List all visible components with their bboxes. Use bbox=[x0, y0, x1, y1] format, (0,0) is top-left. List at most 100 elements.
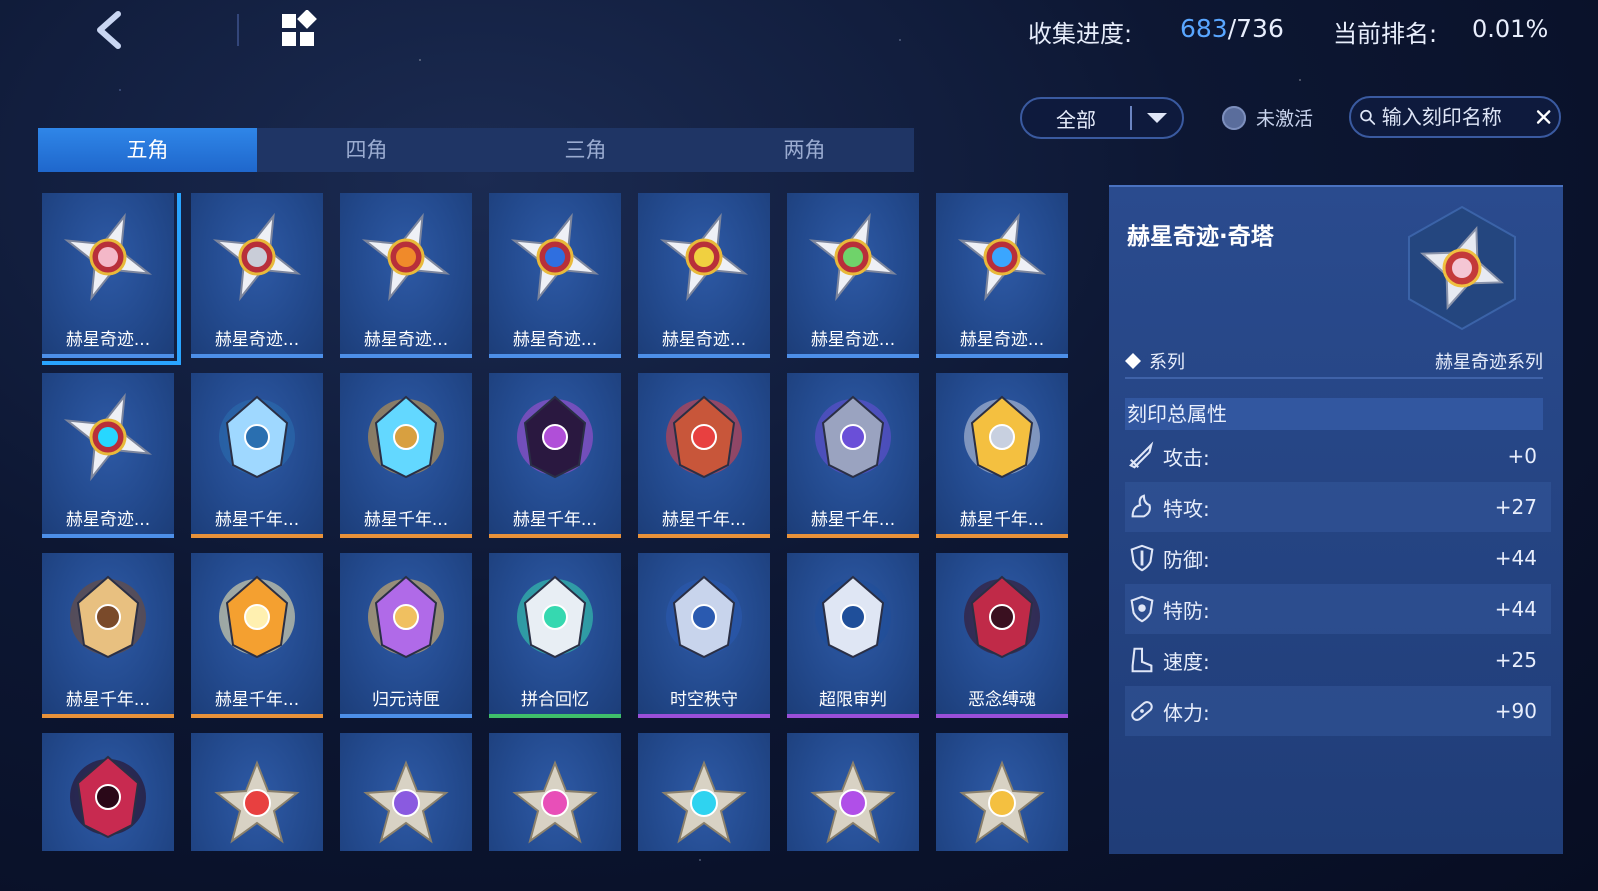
search-input[interactable] bbox=[1379, 104, 1532, 130]
magic-shield-icon bbox=[1125, 594, 1159, 624]
stat-row: 速度: +25 bbox=[1125, 635, 1551, 685]
emblem-card[interactable] bbox=[191, 733, 323, 851]
shuriken-pink-icon bbox=[58, 205, 158, 305]
armor-crest-icon bbox=[803, 385, 903, 485]
radio-dot-icon bbox=[1222, 105, 1246, 130]
rarity-bar bbox=[340, 534, 472, 538]
emblem-card[interactable]: 拼合回忆 bbox=[489, 553, 621, 718]
emblem-card-label: 归元诗匣 bbox=[372, 690, 440, 710]
emblem-card[interactable]: 赫星奇迹... bbox=[787, 193, 919, 358]
rarity-bar bbox=[340, 714, 472, 718]
emblem-card-label: 赫星奇迹... bbox=[214, 330, 300, 350]
demon-crest-icon bbox=[952, 565, 1052, 665]
shuriken-blue-icon bbox=[952, 205, 1052, 305]
caret-down-icon bbox=[1132, 112, 1182, 124]
red-star-icon bbox=[207, 745, 307, 845]
emblem-card[interactable]: 超限审判 bbox=[787, 553, 919, 718]
emblem-card[interactable]: 赫星奇迹... bbox=[936, 193, 1068, 358]
emblem-card-label: 赫星奇迹... bbox=[363, 330, 449, 350]
stat-row: 体力: +90 bbox=[1125, 686, 1551, 736]
gear-ring-icon bbox=[207, 385, 307, 485]
emblem-card[interactable]: 赫星千年... bbox=[42, 553, 174, 718]
stat-name: 体力: bbox=[1163, 700, 1210, 725]
stat-value: +44 bbox=[1494, 597, 1537, 621]
emblem-card[interactable]: 赫星千年... bbox=[936, 373, 1068, 538]
header-divider bbox=[237, 14, 239, 46]
emblem-card[interactable] bbox=[42, 733, 174, 851]
emblem-card-label: 时空秩守 bbox=[670, 690, 738, 710]
stat-name: 速度: bbox=[1163, 649, 1210, 674]
emblem-card[interactable]: 赫星奇迹... bbox=[42, 373, 174, 538]
emblem-card[interactable]: 赫星奇迹... bbox=[489, 193, 621, 358]
emblem-card[interactable]: 恶念缚魂 bbox=[936, 553, 1068, 718]
rarity-bar bbox=[42, 534, 174, 538]
emblem-card[interactable]: 赫星奇迹... bbox=[638, 193, 770, 358]
clear-icon[interactable] bbox=[1536, 106, 1551, 128]
boot-icon bbox=[1125, 645, 1159, 675]
stat-row: 防御: +44 bbox=[1125, 533, 1551, 583]
stat-value: +0 bbox=[1507, 444, 1537, 468]
progress-current: 683 bbox=[1180, 14, 1228, 43]
filter-selected: 全部 bbox=[1056, 107, 1096, 132]
emblem-card[interactable]: 赫星千年... bbox=[191, 373, 323, 538]
emblem-card[interactable]: 赫星千年... bbox=[191, 553, 323, 718]
demon-claw-icon bbox=[58, 745, 158, 845]
detail-emblem-icon bbox=[1397, 203, 1527, 333]
rank-value: 0.01% bbox=[1472, 15, 1549, 43]
emblem-card-label: 赫星千年... bbox=[214, 690, 300, 710]
silver-shield-icon bbox=[654, 565, 754, 665]
progress-label: 收集进度: bbox=[1028, 20, 1133, 48]
emblem-card-label: 赫星奇迹... bbox=[810, 330, 896, 350]
emblem-card[interactable]: 归元诗匣 bbox=[340, 553, 472, 718]
stat-value: +90 bbox=[1494, 699, 1537, 723]
emblem-card[interactable] bbox=[340, 733, 472, 851]
tab-two-corner[interactable]: 两角 bbox=[695, 128, 914, 172]
purple-star-icon bbox=[356, 745, 456, 845]
emblem-card-label: 恶念缚魂 bbox=[968, 690, 1036, 710]
rarity-bar bbox=[936, 534, 1068, 538]
rank-label: 当前排名: bbox=[1333, 20, 1438, 48]
tab-three-corner[interactable]: 三角 bbox=[476, 128, 695, 172]
bandage-icon bbox=[1125, 696, 1159, 726]
series-key-label: 系列 bbox=[1149, 352, 1185, 373]
tab-five-corner[interactable]: 五角 bbox=[38, 128, 257, 172]
emblem-card-label: 赫星千年... bbox=[65, 690, 151, 710]
emblem-card[interactable]: 赫星奇迹... bbox=[191, 193, 323, 358]
tab-four-corner[interactable]: 四角 bbox=[257, 128, 476, 172]
cyan-gem-star-icon bbox=[654, 745, 754, 845]
rarity-bar bbox=[787, 534, 919, 538]
series-value: 赫星奇迹系列 bbox=[1435, 352, 1543, 373]
stat-row: 攻击: +0 bbox=[1125, 431, 1551, 481]
emblem-card[interactable]: 赫星千年... bbox=[489, 373, 621, 538]
stat-name: 防御: bbox=[1163, 547, 1210, 572]
rarity-bar bbox=[42, 714, 174, 718]
back-button[interactable] bbox=[90, 8, 130, 52]
emblem-card-label: 赫星奇迹... bbox=[661, 330, 747, 350]
rarity-bar bbox=[936, 354, 1068, 358]
emblem-card[interactable]: 赫星千年... bbox=[340, 373, 472, 538]
emblem-card[interactable]: 时空秩守 bbox=[638, 553, 770, 718]
grid-menu-icon bbox=[282, 9, 317, 46]
emblem-card[interactable] bbox=[489, 733, 621, 851]
series-key: 系列 bbox=[1125, 348, 1435, 374]
filter-dropdown[interactable]: 全部 bbox=[1020, 97, 1184, 139]
inactive-toggle[interactable]: 未激活 bbox=[1222, 104, 1313, 131]
menu-button[interactable] bbox=[280, 9, 320, 50]
stat-row: 特攻: +27 bbox=[1125, 482, 1551, 532]
rarity-bar bbox=[638, 714, 770, 718]
rarity-bar bbox=[191, 534, 323, 538]
emblem-card[interactable]: 赫星奇迹... bbox=[340, 193, 472, 358]
chevron-left-icon bbox=[97, 11, 121, 49]
emblem-card[interactable]: 赫星奇迹... bbox=[42, 193, 181, 365]
emblem-card[interactable] bbox=[638, 733, 770, 851]
emblem-card[interactable]: 赫星千年... bbox=[787, 373, 919, 538]
emblem-card-label: 赫星奇迹... bbox=[512, 330, 598, 350]
rarity-bar bbox=[936, 714, 1068, 718]
progress-value: 683/736 bbox=[1180, 14, 1284, 43]
silver-wing-icon bbox=[803, 565, 903, 665]
rarity-bar bbox=[42, 354, 174, 358]
flame-shield-icon bbox=[207, 565, 307, 665]
emblem-card[interactable] bbox=[787, 733, 919, 851]
emblem-card[interactable]: 赫星千年... bbox=[638, 373, 770, 538]
emblem-card[interactable] bbox=[936, 733, 1068, 851]
